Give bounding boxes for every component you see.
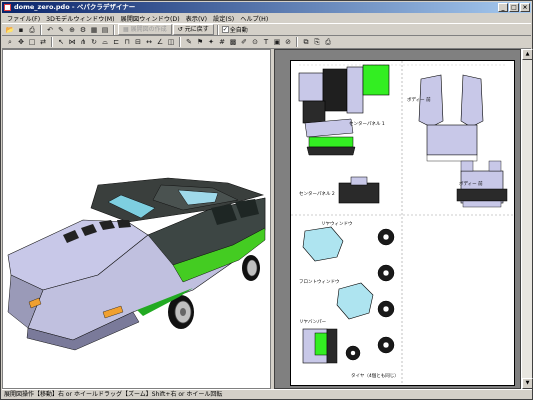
flip-icon[interactable]: ⇄ <box>38 37 48 47</box>
angle-icon[interactable]: ∠ <box>155 37 165 47</box>
restore-button[interactable]: ↺ 元に戻す <box>172 24 214 35</box>
join-icon[interactable]: ⋈ <box>67 37 77 47</box>
paste-icon[interactable]: ⎘ <box>312 37 322 47</box>
main-toolbar: 📂 ▪ ⎙ ↶ ✎ ⊕ ⚙ ▦ ▤ ▦ 展開図の作成 ↺ 元に戻す ✓ 全自動 <box>2 23 531 36</box>
menu-3d-window[interactable]: 3Dモデルウィンドウ(M) <box>43 14 117 23</box>
print-preview-icon[interactable]: ⎙ <box>323 37 333 47</box>
vertical-scrollbar[interactable]: ▲ ▼ <box>521 49 533 389</box>
pencil-icon[interactable]: ✎ <box>56 25 66 35</box>
select-rect-icon[interactable]: □ <box>27 37 37 47</box>
menu-view[interactable]: 表示(V) <box>183 14 210 23</box>
print-icon[interactable]: ⎙ <box>27 25 37 35</box>
flap-icon[interactable]: ⌓ <box>100 37 110 47</box>
open-folder-icon[interactable]: 📂 <box>5 25 15 35</box>
label-bumper: リヤバンパー <box>299 320 327 325</box>
number-icon[interactable]: # <box>217 37 227 47</box>
split-icon[interactable]: ⋔ <box>78 37 88 47</box>
cursor-icon[interactable]: ↖ <box>56 37 66 47</box>
app-icon <box>4 4 11 11</box>
maximize-button[interactable]: □ <box>509 3 519 12</box>
app-window: dome_zero.pdo - ペパクラデザイナー _ □ × ファイル(F) … <box>0 0 533 400</box>
menu-file[interactable]: ファイル(F) <box>4 14 43 23</box>
pattern-sheet: センターパネル 1 センターパネル 2 ボディー 前 ボディー 前 リヤウィンド… <box>290 60 515 386</box>
label-center-panel-2: センターパネル 2 <box>299 192 335 197</box>
edge-icon[interactable]: ⊏ <box>111 37 121 47</box>
minimize-button[interactable]: _ <box>498 3 508 12</box>
measure-icon[interactable]: ↔ <box>144 37 154 47</box>
unfold-button[interactable]: ▦ 展開図の作成 <box>118 24 172 35</box>
paint-icon[interactable]: ◫ <box>166 37 176 47</box>
page-icon[interactable]: ▤ <box>100 25 110 35</box>
delete-icon[interactable]: ⊘ <box>283 37 293 47</box>
label-body-right: ボディー 前 <box>459 182 483 187</box>
label-center-panel-1: センターパネル 1 <box>349 122 385 127</box>
settings-icon[interactable]: ⚙ <box>78 25 88 35</box>
undo-icon[interactable]: ↶ <box>45 25 55 35</box>
menu-bar: ファイル(F) 3Dモデルウィンドウ(M) 展開図ウィンドウ(D) 表示(V) … <box>2 13 531 23</box>
window-title: dome_zero.pdo - ペパクラデザイナー <box>14 3 136 11</box>
scroll-down-icon[interactable]: ▼ <box>522 378 533 389</box>
grid-icon[interactable]: ▦ <box>89 25 99 35</box>
title-bar: dome_zero.pdo - ペパクラデザイナー _ □ × <box>2 2 531 13</box>
label-body-left: ボディー 前 <box>407 98 431 103</box>
close-button[interactable]: × <box>520 3 530 12</box>
tool-toolbar: ⌕ ✥ □ ⇄ ↖ ⋈ ⋔ ↻ ⌓ ⊏ ⊓ ⊟ ↔ ∠ ◫ ✎ ⚑ ✦ # ▩ … <box>2 36 531 49</box>
label-tires: タイヤ（4個とも同じ） <box>351 374 399 379</box>
copy-icon[interactable]: ⧉ <box>301 37 311 47</box>
text-tool-icon[interactable]: T <box>261 37 271 47</box>
label-front-window: フロントウィンドウ <box>299 280 340 285</box>
status-bar: 展開図操作【移動】右 or ホイールドラッグ【ズーム】Shift+右 or ホイ… <box>2 389 532 400</box>
menu-help[interactable]: ヘルプ(H) <box>237 14 271 23</box>
flag-icon[interactable]: ⚑ <box>195 37 205 47</box>
edit-icon[interactable]: ✎ <box>184 37 194 47</box>
fold-icon[interactable]: ⊓ <box>122 37 132 47</box>
label-side-window: リヤウィンドウ <box>321 222 353 227</box>
3d-model-view[interactable] <box>2 49 271 389</box>
restore-icon: ↺ <box>177 26 183 33</box>
wand-icon[interactable]: ✦ <box>206 37 216 47</box>
rotate-icon[interactable]: ↻ <box>89 37 99 47</box>
checker-icon[interactable]: ▩ <box>228 37 238 47</box>
move-icon[interactable]: ✥ <box>16 37 26 47</box>
target-icon[interactable]: ⊙ <box>250 37 260 47</box>
auto-move-label: 全自動 <box>229 27 248 34</box>
image-icon[interactable]: ▣ <box>272 37 282 47</box>
2d-pattern-view[interactable]: センターパネル 1 センターパネル 2 ボディー 前 ボディー 前 リヤウィンド… <box>274 49 521 389</box>
unfold-icon: ▦ <box>123 26 129 33</box>
save-icon[interactable]: ▪ <box>16 25 26 35</box>
zoom-icon[interactable]: ⊕ <box>67 25 77 35</box>
scroll-up-icon[interactable]: ▲ <box>522 49 533 60</box>
ruler-icon[interactable]: ⊟ <box>133 37 143 47</box>
car-3d-model <box>7 177 266 351</box>
menu-settings[interactable]: 設定(S) <box>210 14 237 23</box>
menu-2d-window[interactable]: 展開図ウィンドウ(D) <box>118 14 183 23</box>
magnify-icon[interactable]: ⌕ <box>5 37 15 47</box>
auto-move-checkbox[interactable]: ✓ <box>221 26 229 33</box>
brush-icon[interactable]: ✐ <box>239 37 249 47</box>
